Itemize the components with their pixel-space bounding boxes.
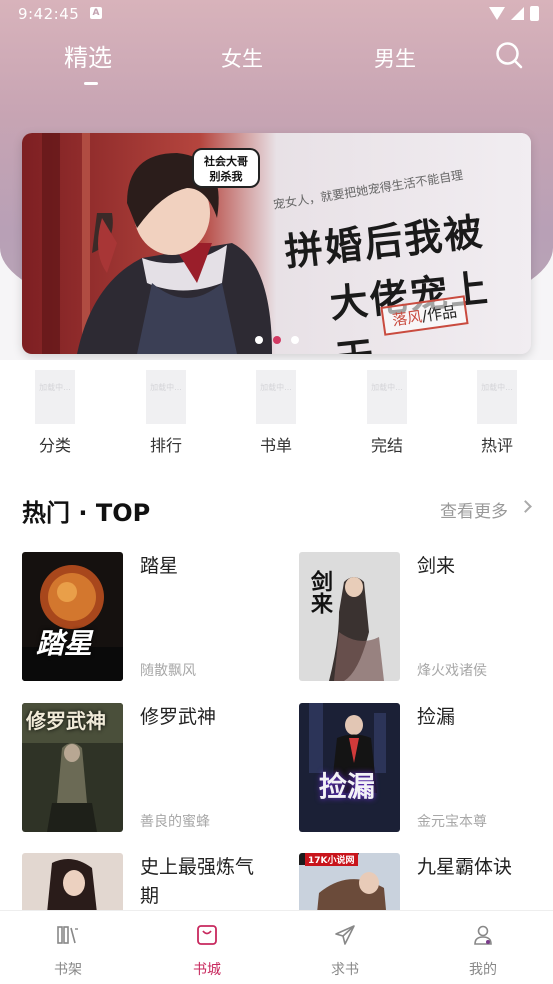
category-row: 加载中... 分类 加载中... 排行 加载中... 书单 加载中... 完结 … — [0, 360, 553, 464]
cover-title: 修罗武神 — [26, 709, 106, 733]
category-icon-placeholder: 加载中... — [367, 370, 407, 424]
search-icon[interactable] — [495, 41, 523, 69]
book-title: 修罗武神 — [140, 706, 217, 728]
status-indicators — [489, 6, 539, 21]
book-card[interactable]: 剑来 剑来 烽火戏诸侯 — [299, 552, 553, 682]
nav-label: 求书 — [331, 962, 359, 978]
nav-bookstore[interactable]: 书城 — [172, 923, 242, 979]
carousel-dot[interactable] — [254, 336, 263, 344]
user-icon — [474, 925, 492, 945]
book-card[interactable]: 踏星 踏星 随散飘风 — [22, 552, 282, 682]
speech-bubble: 社会大哥 别杀我 — [192, 148, 260, 188]
carousel-dot[interactable] — [290, 336, 299, 344]
category-booklist[interactable]: 加载中... 书单 — [241, 370, 311, 456]
book-title: 剑来 — [417, 555, 456, 577]
see-more-link[interactable]: 查看更多 — [440, 497, 508, 522]
category-classify[interactable]: 加载中... 分类 — [20, 370, 90, 456]
book-title: 史上最强炼气期 — [140, 856, 255, 907]
nav-bookshelf[interactable]: 书架 — [33, 923, 103, 979]
banner-carousel[interactable]: 社会大哥 别杀我 宠女人，就要把她宠得生活不能自理 拼婚后我被 大佬宠上天 落风… — [22, 133, 531, 354]
status-time: 9:42:45 — [18, 5, 80, 23]
category-label: 书单 — [259, 436, 292, 455]
category-hot-reviews[interactable]: 加载中... 热评 — [462, 370, 532, 456]
book-author: 烽火戏诸侯 — [417, 663, 487, 679]
category-icon-placeholder: 加载中... — [146, 370, 186, 424]
cover-title: 捡漏 — [319, 770, 376, 803]
tab-indicator — [84, 82, 98, 85]
cover-brand: 17K小说网 — [305, 853, 358, 866]
category-icon-placeholder: 加载中... — [256, 370, 296, 424]
nav-label: 书城 — [193, 962, 221, 978]
banner-author-suffix: /作品 — [420, 302, 459, 326]
book-title: 捡漏 — [417, 706, 456, 728]
signal-icon — [511, 7, 524, 20]
tab-male[interactable]: 男生 — [374, 43, 416, 73]
book-author: 善良的蜜蜂 — [140, 814, 210, 830]
category-completed[interactable]: 加载中... 完结 — [352, 370, 422, 456]
bookstore-bag-icon — [197, 925, 217, 945]
book-author: 金元宝本尊 — [417, 814, 487, 830]
category-label: 分类 — [38, 436, 71, 455]
nav-me[interactable]: 我的 — [448, 923, 518, 979]
tab-featured[interactable]: 精选 — [64, 38, 112, 73]
nav-label: 我的 — [469, 962, 497, 978]
category-label: 完结 — [370, 436, 403, 455]
tab-female[interactable]: 女生 — [221, 43, 263, 73]
cover-title: 踏星 — [36, 627, 93, 660]
chevron-right-icon[interactable] — [519, 500, 532, 513]
nav-request-book[interactable]: 求书 — [310, 923, 380, 979]
category-label: 排行 — [149, 436, 182, 455]
status-bar: 9:42:45 A — [0, 0, 553, 24]
wifi-icon — [489, 7, 505, 20]
bottom-nav: 书架 书城 求书 我的 — [0, 910, 553, 984]
banner-author-name: 落风 — [391, 307, 424, 330]
paper-plane-icon — [335, 925, 355, 945]
book-title: 九星霸体诀 — [417, 856, 513, 878]
hot-top-section: 热门 · TOP 查看更多 踏星 踏星 随散飘风 剑来 剑来 烽火戏诸侯 修罗武… — [0, 464, 553, 982]
section-title: 热门 · TOP — [22, 499, 151, 527]
carousel-dot-active[interactable] — [272, 336, 281, 344]
category-icon-placeholder: 加载中... — [477, 370, 517, 424]
top-tabs: 精选 女生 男生 — [0, 38, 553, 88]
nav-label: 书架 — [54, 962, 82, 978]
category-ranking[interactable]: 加载中... 排行 — [131, 370, 201, 456]
bookshelf-icon — [57, 926, 78, 944]
category-label: 热评 — [480, 436, 513, 455]
book-card[interactable]: 捡漏 捡漏 金元宝本尊 — [299, 703, 553, 833]
carousel-dots — [22, 336, 531, 344]
category-icon-placeholder: 加载中... — [35, 370, 75, 424]
notification-a-icon: A — [90, 7, 102, 19]
cover-title: 剑来 — [307, 570, 332, 614]
book-author: 随散飘风 — [140, 663, 196, 679]
book-card[interactable]: 修罗武神 修罗武神 善良的蜜蜂 — [22, 703, 282, 833]
battery-icon — [530, 6, 539, 21]
book-title: 踏星 — [140, 555, 179, 577]
